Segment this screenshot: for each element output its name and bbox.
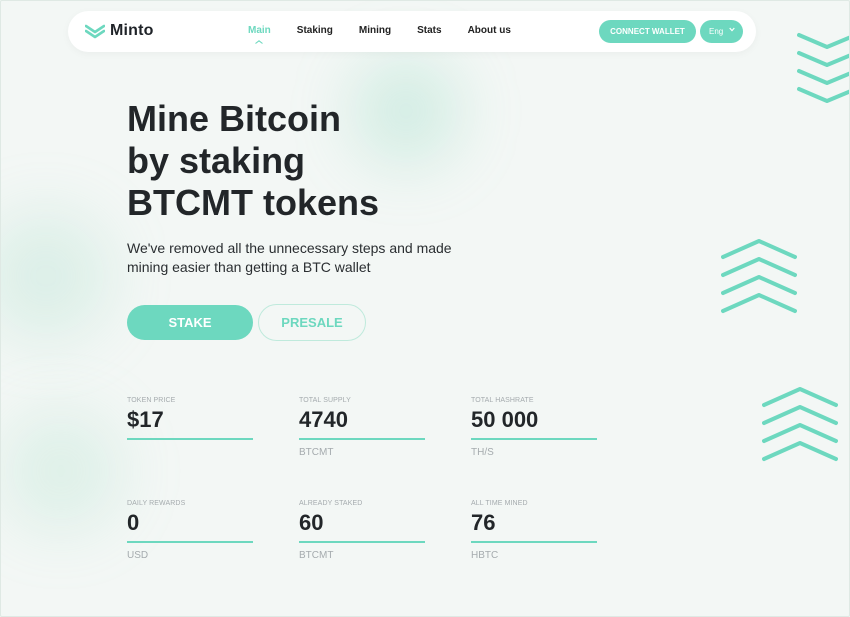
stat-all-time-mined: ALL TIME MINED 76 HBTC: [471, 500, 597, 561]
language-label: Eng: [709, 27, 724, 36]
background-glow: [1, 211, 111, 341]
header-bar: Minto Main Staking Mining Stats About us: [68, 11, 756, 52]
stake-button[interactable]: STAKE: [127, 305, 253, 340]
connect-wallet-button[interactable]: CONNECT WALLET: [599, 20, 696, 43]
language-select[interactable]: Eng: [700, 20, 743, 43]
stat-divider: [299, 541, 425, 543]
nav-item-stats[interactable]: Stats: [417, 25, 441, 36]
stat-label: TOTAL HASHRATE: [471, 397, 534, 404]
nav-item-label: Stats: [417, 25, 442, 36]
stat-label: TOKEN PRICE: [127, 397, 176, 404]
nav-item-about-us[interactable]: About us: [468, 25, 511, 36]
stat-divider: [127, 541, 253, 543]
hero-subtitle: We've removed all the unnecessary steps …: [127, 240, 452, 275]
stat-already-staked: ALREADY STAKED 60 BTCMT: [299, 500, 425, 561]
page: Minto Main Staking Mining Stats About us: [0, 0, 850, 617]
stat-unit: BTCMT: [299, 447, 334, 458]
main-nav: Main Staking Mining Stats About us: [248, 25, 537, 44]
chevron-down-icon: [729, 27, 735, 32]
chevrons-up-icon: [721, 239, 797, 313]
nav-item-label: Mining: [358, 25, 392, 36]
stat-total-hashrate: TOTAL HASHRATE 50 000 TH/S: [471, 397, 597, 458]
stat-divider: [471, 438, 597, 440]
stat-divider: [299, 438, 425, 440]
stat-divider: [127, 438, 253, 440]
logo[interactable]: Minto: [85, 22, 154, 40]
brand-name: Minto: [110, 22, 154, 39]
stat-label: DAILY REWARDS: [127, 500, 186, 507]
chevrons-down-icon: [797, 33, 849, 103]
stat-unit: BTCMT: [299, 550, 334, 561]
stat-unit: HBTC: [471, 550, 499, 561]
presale-button[interactable]: PRESALE: [258, 304, 366, 341]
caret-up-icon: [255, 40, 264, 44]
stat-label: ALL TIME MINED: [471, 500, 528, 507]
nav-item-label: Staking: [296, 25, 333, 36]
nav-item-label: Main: [248, 25, 271, 36]
nav-item-staking[interactable]: Staking: [297, 25, 333, 36]
stat-label: ALREADY STAKED: [299, 500, 363, 507]
stat-value: 0: [127, 510, 140, 535]
stat-value: $17: [127, 407, 164, 432]
nav-item-mining[interactable]: Mining: [359, 25, 391, 36]
stat-value: 76: [471, 510, 496, 535]
stat-label: TOTAL SUPPLY: [299, 397, 351, 404]
hero-title: Mine Bitcoin by staking BTCMT tokens: [127, 98, 379, 223]
stat-token-price: TOKEN PRICE $17: [127, 397, 253, 447]
chevrons-up-icon: [762, 387, 838, 461]
stat-divider: [471, 541, 597, 543]
minto-logo-icon: [85, 24, 105, 39]
stat-value: 50 000: [471, 407, 539, 432]
nav-item-label: About us: [467, 25, 511, 36]
stat-unit: USD: [127, 550, 149, 561]
stat-total-supply: TOTAL SUPPLY 4740 BTCMT: [299, 397, 425, 458]
stat-value: 4740: [299, 407, 348, 432]
stat-unit: TH/S: [471, 447, 494, 458]
stat-value: 60: [299, 510, 324, 535]
stat-daily-rewards: DAILY REWARDS 0 USD: [127, 500, 253, 561]
nav-item-main[interactable]: Main: [248, 25, 271, 44]
background-glow: [1, 411, 121, 531]
